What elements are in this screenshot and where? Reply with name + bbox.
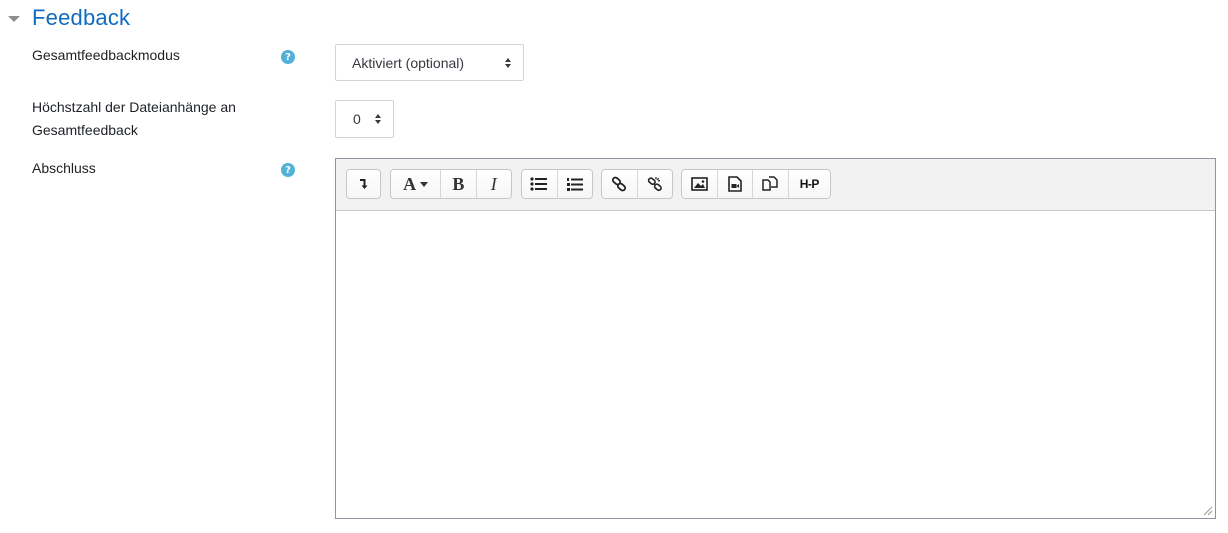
toolbar-group-lists (521, 169, 593, 199)
select-arrows-icon (375, 114, 381, 124)
max-attachments-select[interactable]: 0 (335, 100, 394, 138)
ordered-list-icon (566, 177, 583, 191)
unordered-list-icon (530, 177, 548, 191)
media-icon (727, 176, 742, 192)
toolbar-group-toggle (346, 169, 381, 199)
editor-content-area[interactable] (336, 210, 1215, 518)
chevron-down-icon (420, 181, 429, 187)
max-attachments-label-line2: Gesamtfeedback (32, 122, 138, 138)
max-attachments-label: Höchstzahl der Dateianhänge an Gesamtfee… (32, 96, 236, 142)
toolbar-toggle-icon (359, 179, 367, 189)
toolbar-group-text: A B I (390, 169, 512, 199)
unordered-list-button[interactable] (522, 170, 558, 198)
image-button[interactable] (682, 170, 718, 198)
media-button[interactable] (717, 170, 754, 198)
link-icon (612, 176, 627, 192)
help-icon[interactable]: ? (281, 50, 295, 64)
feedback-mode-label: Gesamtfeedbackmodus (32, 47, 180, 63)
image-icon (690, 177, 708, 191)
resize-handle-icon[interactable] (1201, 504, 1213, 516)
manage-files-icon (762, 176, 779, 191)
italic-icon: I (490, 173, 497, 194)
section-title: Feedback (32, 5, 131, 30)
font-style-icon: A (403, 173, 417, 194)
toolbar-group-media: H-P (681, 169, 831, 199)
bold-button[interactable]: B (441, 170, 477, 198)
link-button[interactable] (602, 170, 638, 198)
completion-label: Abschluss (32, 160, 96, 176)
italic-button[interactable]: I (476, 170, 511, 198)
collapse-caret-icon[interactable] (8, 16, 20, 22)
font-style-button[interactable]: A (391, 170, 442, 198)
max-attachments-value: 0 (353, 111, 361, 127)
feedback-mode-select[interactable]: Aktiviert (optional) (335, 44, 524, 81)
editor-toolbar: A B I H-P (336, 159, 1215, 211)
max-attachments-label-line1: Höchstzahl der Dateianhänge an (32, 99, 236, 115)
unlink-button[interactable] (637, 170, 672, 198)
h5p-button[interactable]: H-P (788, 170, 830, 198)
toolbar-toggle-button[interactable] (347, 170, 380, 198)
help-icon[interactable]: ? (281, 163, 295, 177)
ordered-list-button[interactable] (557, 170, 592, 198)
section-feedback-header[interactable]: Feedback (8, 4, 130, 32)
feedback-mode-value: Aktiviert (optional) (352, 54, 465, 71)
h5p-icon: H-P (799, 177, 820, 191)
select-arrows-icon (505, 57, 511, 68)
completion-editor: A B I H-P (335, 158, 1216, 519)
manage-files-button[interactable] (753, 170, 789, 198)
bold-icon: B (452, 173, 465, 194)
toolbar-group-links (601, 169, 673, 199)
unlink-icon (647, 177, 662, 192)
